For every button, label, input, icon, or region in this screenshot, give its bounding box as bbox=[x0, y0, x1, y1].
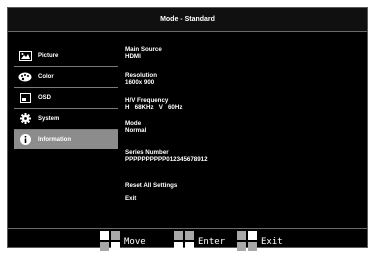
sidebar-item-osd[interactable]: OSD bbox=[14, 88, 118, 109]
osd-title: Mode - Standard bbox=[8, 8, 367, 32]
exit-button[interactable]: Exit bbox=[125, 195, 136, 202]
main-source-label: Main Source bbox=[125, 46, 162, 53]
palette-icon bbox=[18, 71, 32, 83]
sidebar-item-information[interactable]: Information bbox=[14, 130, 118, 149]
sidebar-item-label: Information bbox=[38, 136, 71, 143]
osd-icon bbox=[18, 92, 32, 104]
exit-label: Exit bbox=[261, 237, 283, 247]
sidebar-item-system[interactable]: System bbox=[14, 109, 118, 130]
enter-hint: Enter bbox=[174, 231, 225, 253]
move-label: Move bbox=[124, 237, 146, 247]
mode-label: Mode bbox=[125, 120, 142, 127]
move-keys-icon bbox=[100, 231, 122, 253]
mode-field: Mode Normal bbox=[125, 120, 146, 134]
enter-label: Enter bbox=[198, 237, 226, 247]
osd-sidebar: Picture Color OSD System Information bbox=[14, 46, 118, 151]
picture-icon bbox=[18, 50, 32, 62]
sidebar-item-picture[interactable]: Picture bbox=[14, 46, 118, 67]
main-source-field: Main Source HDMI bbox=[125, 46, 162, 60]
resolution-field: Resolution 1600x 900 bbox=[125, 72, 157, 86]
series-number-field: Series Number PPPPPPPPPP012345678912 bbox=[125, 149, 208, 163]
reset-all-settings-button[interactable]: Reset All Settings bbox=[125, 182, 177, 189]
hv-frequency-field: H/V Frequency H 68KHz V 60Hz bbox=[125, 97, 182, 111]
sidebar-item-label: OSD bbox=[38, 94, 52, 101]
sidebar-item-label: Picture bbox=[38, 52, 59, 59]
hv-frequency-label: H/V Frequency bbox=[125, 97, 169, 104]
enter-keys-icon bbox=[174, 231, 196, 253]
gear-icon bbox=[18, 113, 32, 125]
mode-value: Normal bbox=[125, 127, 147, 135]
footer-hints: Move Enter Exit bbox=[8, 229, 367, 251]
osd-window: Mode - Standard Picture Color OSD System… bbox=[7, 7, 368, 251]
exit-keys-icon bbox=[237, 231, 259, 253]
hv-frequency-value: H 68KHz V 60Hz bbox=[125, 104, 183, 112]
sidebar-item-label: Color bbox=[38, 73, 54, 80]
main-source-value: HDMI bbox=[125, 53, 141, 61]
series-number-value: PPPPPPPPPP012345678912 bbox=[125, 156, 208, 164]
move-hint: Move bbox=[100, 231, 146, 253]
resolution-label: Resolution bbox=[125, 72, 157, 79]
resolution-value: 1600x 900 bbox=[125, 79, 155, 87]
sidebar-item-color[interactable]: Color bbox=[14, 67, 118, 88]
info-icon bbox=[18, 134, 32, 146]
sidebar-item-label: System bbox=[38, 115, 60, 122]
series-number-label: Series Number bbox=[125, 149, 169, 156]
exit-hint: Exit bbox=[237, 231, 283, 253]
